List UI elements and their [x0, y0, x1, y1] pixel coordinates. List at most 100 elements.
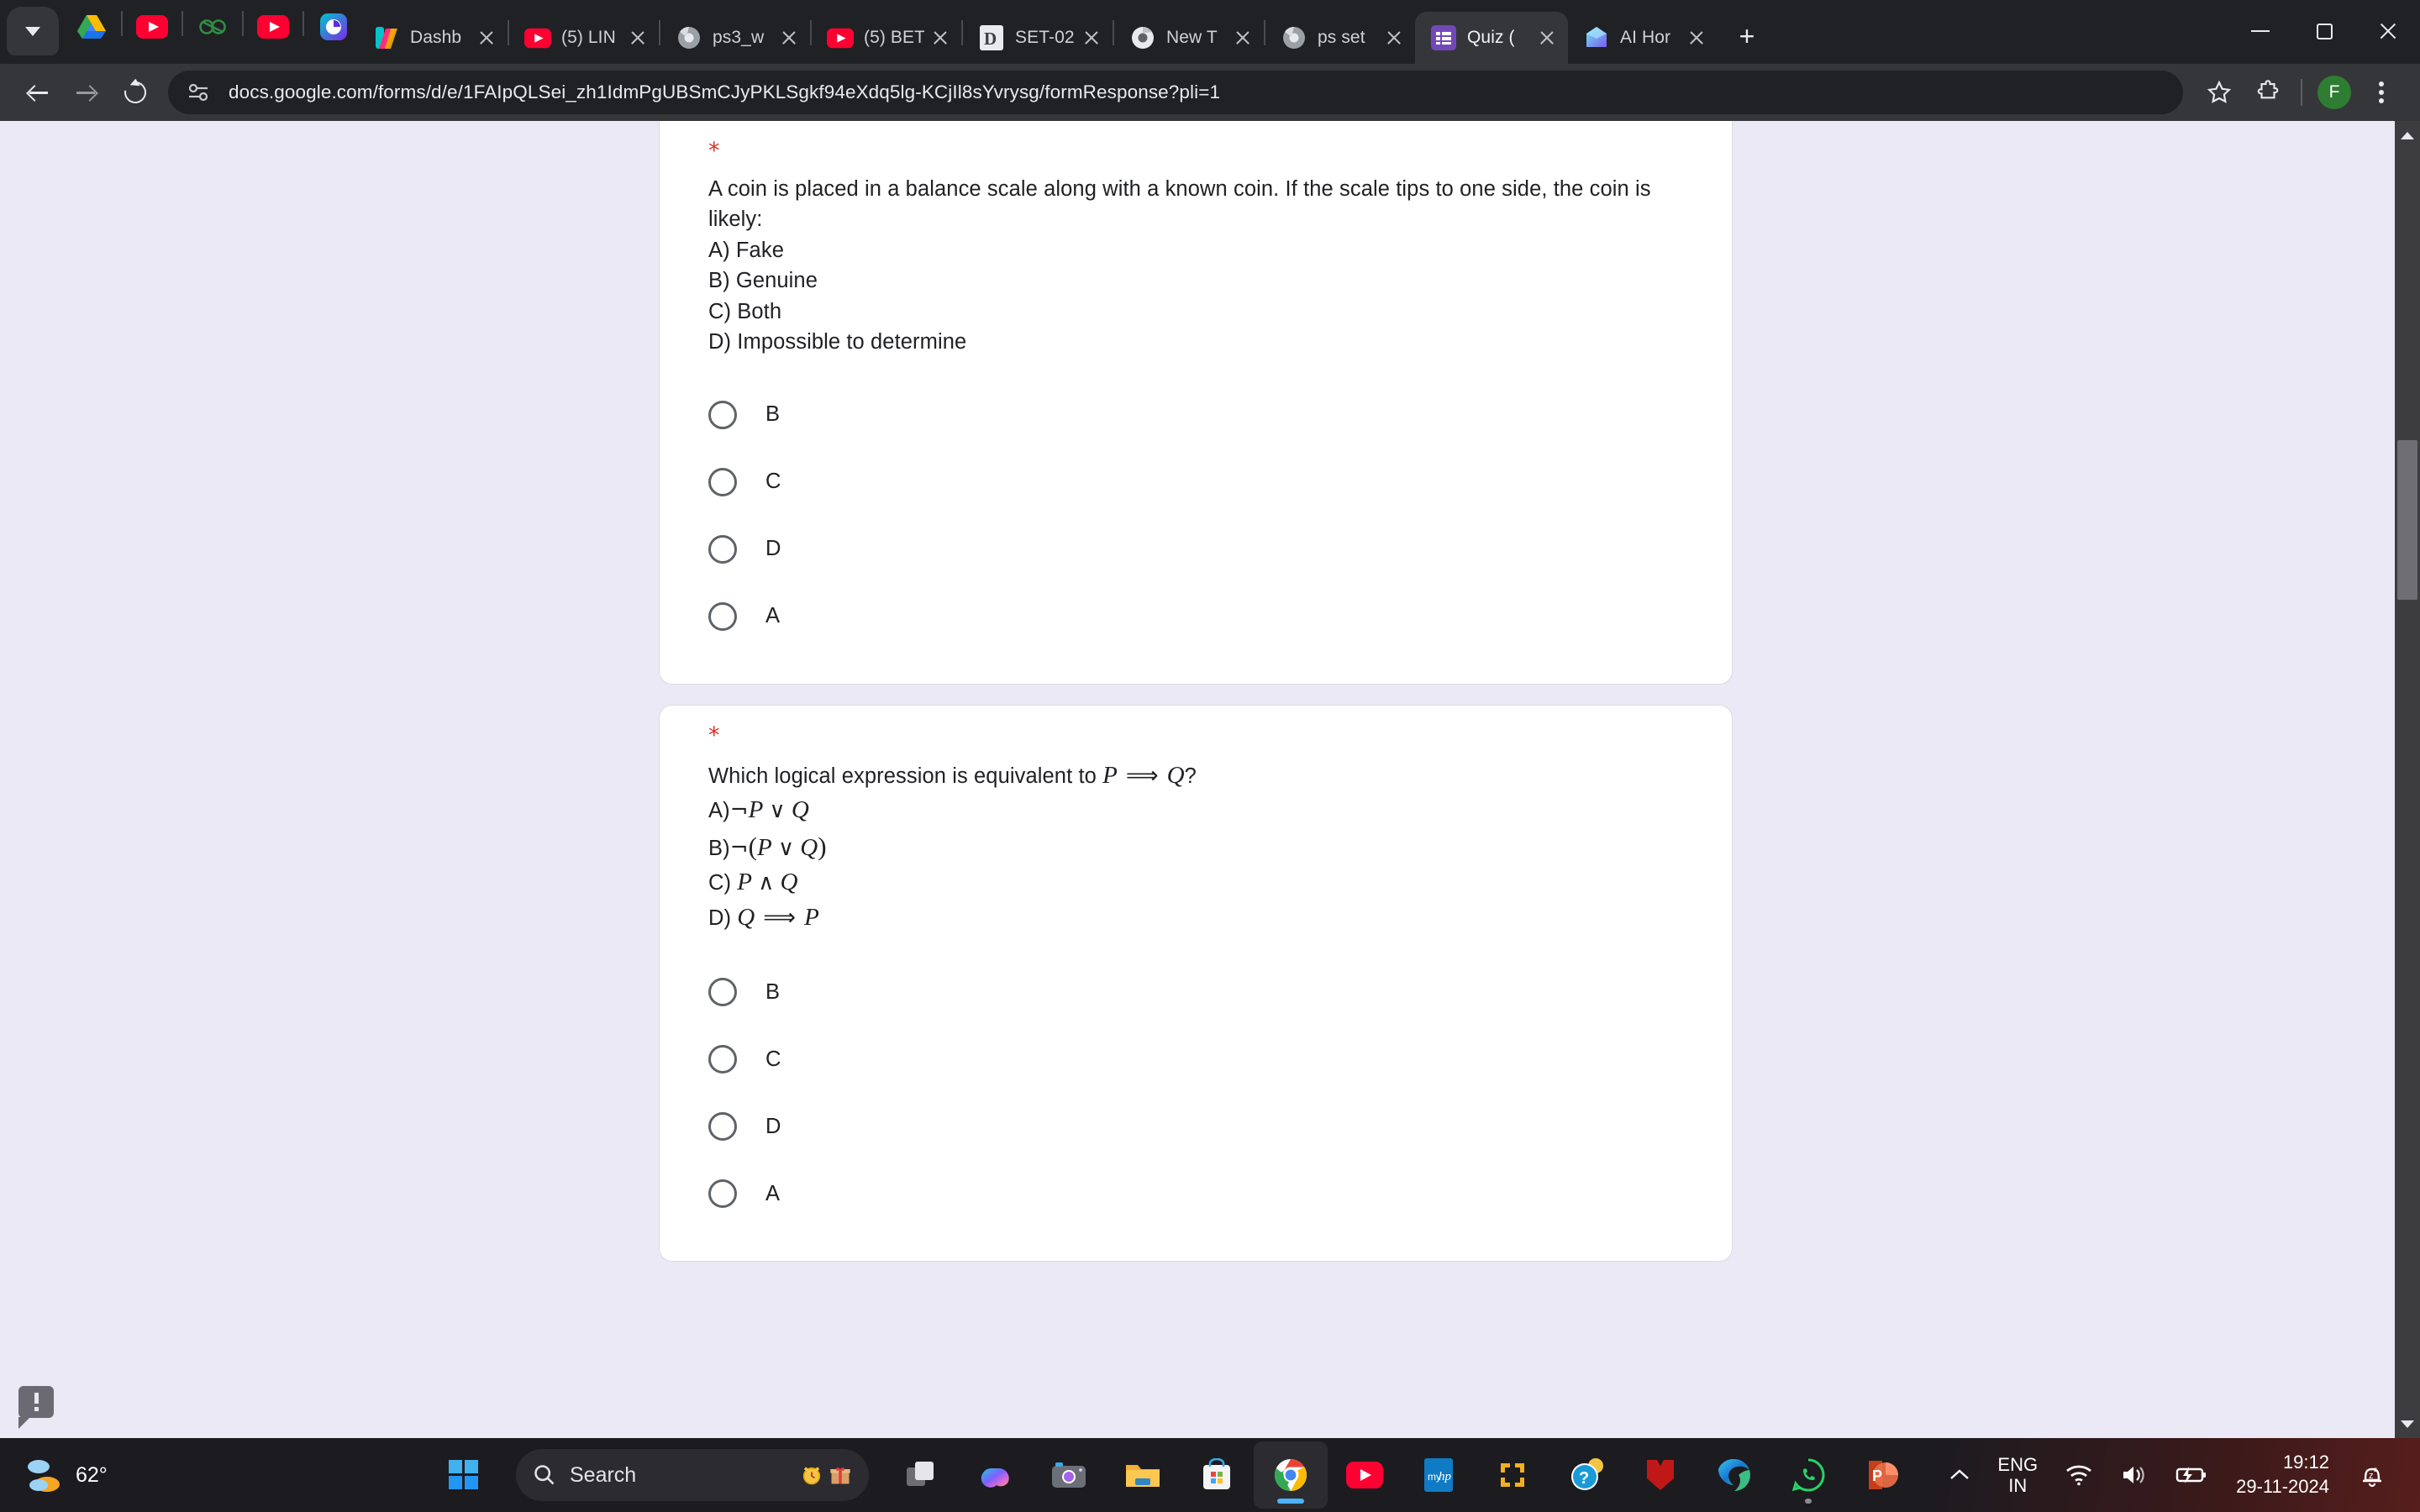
profile-avatar[interactable]: F	[2317, 76, 2351, 109]
radio-button-icon	[708, 601, 737, 631]
minimize-icon	[2251, 29, 2270, 33]
close-icon[interactable]	[1232, 27, 1254, 49]
close-icon[interactable]	[476, 27, 497, 49]
pinned-tab-geeksforgeeks[interactable]	[193, 8, 232, 46]
partly-cloudy-icon	[28, 1460, 60, 1492]
close-icon[interactable]	[627, 27, 649, 49]
tab-title: ps set	[1318, 28, 1365, 47]
pinned-tab-google-drive[interactable]	[72, 8, 111, 46]
math-operand-2: Q	[800, 833, 818, 861]
tab-ps3-worksheet[interactable]: ps3_w	[660, 12, 810, 64]
close-icon[interactable]	[1081, 27, 1102, 49]
tab-ai-home[interactable]: AI Hor	[1568, 12, 1718, 64]
back-button[interactable]	[13, 68, 62, 117]
math-operand-1: P	[748, 796, 764, 824]
taskbar-app-microsoft-store[interactable]	[1180, 1441, 1254, 1509]
taskbar-app-youtube[interactable]	[1328, 1441, 1402, 1509]
tray-language-indicator[interactable]: ENG IN	[1984, 1438, 2051, 1512]
tab-title: ps3_w	[713, 28, 765, 47]
folder-icon	[1126, 1465, 1160, 1487]
taskbar-app-task-view[interactable]	[884, 1441, 958, 1509]
maximize-button[interactable]	[2292, 7, 2356, 55]
tab-title: AI Hor	[1620, 28, 1671, 47]
close-icon[interactable]	[1536, 27, 1558, 49]
math-operator: ∨	[769, 798, 786, 824]
radio-option-q1-0[interactable]: B	[708, 381, 1683, 449]
radio-option-q1-2[interactable]: D	[708, 516, 1683, 583]
choice-label: D	[765, 537, 781, 561]
taskbar-search-box[interactable]: Search	[516, 1449, 869, 1501]
minimize-button[interactable]	[2228, 7, 2292, 55]
close-icon	[2378, 21, 2398, 41]
pinned-tab-youtube-2[interactable]	[254, 8, 292, 46]
tab-linkedlist-video[interactable]: (5) LIN	[509, 12, 659, 64]
close-icon[interactable]	[929, 27, 951, 49]
page-viewport: * A coin is placed in a balance scale al…	[0, 121, 2420, 1438]
weather-widget[interactable]: 62°	[25, 1454, 218, 1496]
address-bar[interactable]: docs.google.com/forms/d/e/1FAIpQLSei_zh1…	[168, 71, 2183, 114]
taskbar-app-copilot[interactable]	[958, 1441, 1032, 1509]
tray-notifications-button[interactable]: z z	[2344, 1438, 2400, 1512]
scroll-down-button[interactable]	[2395, 1410, 2420, 1438]
bookmark-button[interactable]	[2195, 68, 2244, 117]
youtube-icon	[1346, 1462, 1383, 1488]
taskbar-app-camera[interactable]	[1032, 1441, 1106, 1509]
tab-title: New T	[1166, 28, 1218, 47]
tab-dashboard[interactable]: Dashb	[358, 12, 508, 64]
search-icon	[534, 1465, 555, 1485]
forward-button[interactable]	[62, 68, 111, 117]
pinned-tab-youtube-1[interactable]	[133, 8, 171, 46]
math-q: Q	[1166, 761, 1185, 789]
scrollbar-thumb[interactable]	[2397, 440, 2417, 600]
tab-set-02[interactable]: D SET-02	[963, 12, 1113, 64]
tray-clock[interactable]: 19:12 29-11-2024	[2221, 1451, 2344, 1499]
scroll-down-arrow-icon	[2401, 1420, 2414, 1428]
google-form-page: * A coin is placed in a balance scale al…	[0, 121, 2395, 1438]
taskbar-app-mcafee[interactable]	[1623, 1441, 1697, 1509]
tab-new-tab[interactable]: New T	[1114, 12, 1264, 64]
radio-option-q1-1[interactable]: C	[708, 449, 1683, 516]
taskbar-app-myhp[interactable]: my hp	[1402, 1441, 1476, 1509]
scroll-up-button[interactable]	[2395, 121, 2420, 150]
radio-option-q1-3[interactable]: A	[708, 583, 1683, 650]
tab-quiz-active[interactable]: Quiz (	[1415, 12, 1568, 64]
taskbar-app-file-explorer[interactable]	[1106, 1441, 1180, 1509]
site-settings-icon[interactable]	[187, 81, 212, 103]
new-tab-plus-icon: +	[1739, 21, 1755, 51]
tab-search-button[interactable]	[7, 7, 59, 55]
question-2-prompt-prefix: Which logical expression is equivalent t…	[708, 764, 1097, 788]
reload-button[interactable]	[111, 68, 160, 117]
start-button[interactable]	[427, 1441, 501, 1509]
close-icon[interactable]	[1383, 27, 1405, 49]
pinned-tab-canva[interactable]	[314, 8, 353, 46]
radio-option-q2-3[interactable]: A	[708, 1160, 1683, 1227]
taskbar-app-get-help[interactable]: ?	[1549, 1441, 1623, 1509]
taskbar-app-whatsapp[interactable]	[1771, 1441, 1845, 1509]
puzzle-icon	[2255, 80, 2281, 105]
taskbar-app-google-chrome[interactable]	[1254, 1441, 1328, 1509]
taskbar-app-network-tool[interactable]	[1476, 1441, 1549, 1509]
tray-volume-button[interactable]	[2107, 1438, 2162, 1512]
close-icon[interactable]	[778, 27, 800, 49]
chrome-menu-button[interactable]	[2358, 68, 2407, 117]
tab-ps-set[interactable]: ps set	[1265, 12, 1415, 64]
radio-option-q2-1[interactable]: C	[708, 1026, 1683, 1093]
taskbar-app-microsoft-edge[interactable]	[1697, 1441, 1771, 1509]
report-issue-icon[interactable]	[18, 1386, 54, 1429]
radio-option-q2-2[interactable]: D	[708, 1093, 1683, 1160]
youtube-icon	[136, 15, 168, 39]
new-tab-button[interactable]: +	[1726, 15, 1768, 57]
tray-wifi-button[interactable]	[2051, 1438, 2107, 1512]
tray-battery-button[interactable]	[2162, 1438, 2221, 1512]
option-label: B)	[708, 836, 730, 860]
clock-date: 29-11-2024	[2236, 1476, 2329, 1497]
extensions-button[interactable]	[2244, 68, 2292, 117]
page-scrollbar[interactable]	[2395, 121, 2420, 1438]
task-view-icon	[907, 1462, 934, 1486]
close-icon[interactable]	[1686, 27, 1707, 49]
tab-bet-video[interactable]: (5) BET	[812, 12, 961, 64]
radio-option-q2-0[interactable]: B	[708, 958, 1683, 1026]
close-window-button[interactable]	[2356, 7, 2420, 55]
taskbar-app-powerpoint[interactable]: P	[1845, 1441, 1919, 1509]
tray-overflow-button[interactable]	[1935, 1438, 1984, 1512]
